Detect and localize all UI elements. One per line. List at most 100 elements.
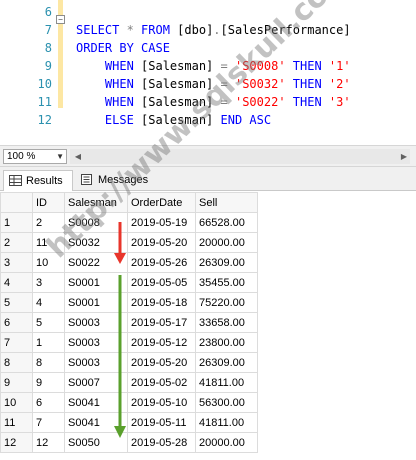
cell-orderdate[interactable]: 2019-05-26	[127, 252, 196, 273]
cell-id[interactable]: 4	[32, 292, 65, 313]
tab-messages[interactable]: Messages	[76, 170, 156, 191]
table-row[interactable]: 5 4 S0001 2019-05-18 75220.00	[0, 292, 258, 313]
code-token: THEN	[285, 59, 329, 73]
cell-id[interactable]: 7	[32, 412, 65, 433]
cell-id[interactable]: 5	[32, 312, 65, 333]
zoom-value: 100 %	[7, 151, 36, 162]
code-token: FROM	[133, 23, 178, 37]
cell-sell[interactable]: 33658.00	[195, 312, 258, 333]
cell-id[interactable]: 10	[32, 252, 65, 273]
cell-salesman[interactable]: S0003	[64, 352, 128, 373]
row-number[interactable]: 8	[0, 352, 33, 373]
cell-orderdate[interactable]: 2019-05-18	[127, 292, 196, 313]
grid-corner[interactable]	[0, 192, 33, 213]
cell-orderdate[interactable]: 2019-05-12	[127, 332, 196, 353]
cell-salesman[interactable]: S0003	[64, 332, 128, 353]
row-number[interactable]: 6	[0, 312, 33, 333]
cell-sell[interactable]: 26309.00	[195, 352, 258, 373]
tab-messages-label: Messages	[98, 174, 149, 186]
cell-orderdate[interactable]: 2019-05-20	[127, 232, 196, 253]
line-number: 9	[44, 59, 52, 73]
scroll-right-icon[interactable]: ▶	[398, 149, 410, 164]
cell-orderdate[interactable]: 2019-05-17	[127, 312, 196, 333]
code-token: '1'	[328, 59, 351, 73]
code-text: WHEN [Salesman] = 'S0008' THEN '1'	[76, 57, 351, 75]
table-row[interactable]: 7 1 S0003 2019-05-12 23800.00	[0, 332, 258, 353]
row-number[interactable]: 12	[0, 432, 33, 453]
code-editor[interactable]: − 6 7 SELECT * FROM [dbo].[SalesPerformanc…	[0, 0, 416, 145]
cell-orderdate[interactable]: 2019-05-05	[127, 272, 196, 293]
cell-salesman[interactable]: S0041	[64, 412, 128, 433]
code-token: 'S0022'	[227, 95, 286, 109]
row-number[interactable]: 10	[0, 392, 33, 413]
cell-salesman[interactable]: S0003	[64, 312, 128, 333]
table-row[interactable]: 3 10 S0022 2019-05-26 26309.00	[0, 252, 258, 273]
cell-salesman[interactable]: S0032	[64, 232, 128, 253]
column-header-salesman[interactable]: Salesman	[64, 192, 128, 213]
cell-salesman[interactable]: S0001	[64, 292, 128, 313]
table-row[interactable]: 4 3 S0001 2019-05-05 35455.00	[0, 272, 258, 293]
row-number[interactable]: 7	[0, 332, 33, 353]
cell-salesman[interactable]: S0022	[64, 252, 128, 273]
table-row[interactable]: 10 6 S0041 2019-05-10 56300.00	[0, 392, 258, 413]
cell-id[interactable]: 11	[32, 232, 65, 253]
code-token: =	[220, 77, 228, 91]
table-row[interactable]: 6 5 S0003 2019-05-17 33658.00	[0, 312, 258, 333]
cell-sell[interactable]: 41811.00	[195, 372, 258, 393]
cell-salesman[interactable]: S0041	[64, 392, 128, 413]
cell-id[interactable]: 9	[32, 372, 65, 393]
cell-id[interactable]: 1	[32, 332, 65, 353]
cell-salesman[interactable]: S0007	[64, 372, 128, 393]
cell-orderdate[interactable]: 2019-05-20	[127, 352, 196, 373]
cell-id[interactable]: 3	[32, 272, 65, 293]
cell-sell[interactable]: 26309.00	[195, 252, 258, 273]
cell-sell[interactable]: 56300.00	[195, 392, 258, 413]
column-header-orderdate[interactable]: OrderDate	[127, 192, 196, 213]
column-header-id[interactable]: ID	[32, 192, 65, 213]
table-row[interactable]: 12 12 S0050 2019-05-28 20000.00	[0, 432, 258, 453]
cell-id[interactable]: 12	[32, 432, 65, 453]
cell-sell[interactable]: 23800.00	[195, 332, 258, 353]
cell-salesman[interactable]: S0001	[64, 272, 128, 293]
code-token: WHEN	[76, 77, 142, 91]
zoom-bar: 100 % ▼ ◀ ▶	[0, 145, 416, 167]
results-grid[interactable]: ID Salesman OrderDate Sell 1 2 S0008 2019-0…	[0, 192, 258, 453]
row-number[interactable]: 9	[0, 372, 33, 393]
table-row[interactable]: 1 2 S0008 2019-05-19 66528.00	[0, 212, 258, 233]
table-row[interactable]: 2 11 S0032 2019-05-20 20000.00	[0, 232, 258, 253]
row-number[interactable]: 11	[0, 412, 33, 433]
row-number[interactable]: 5	[0, 292, 33, 313]
cell-sell[interactable]: 20000.00	[195, 432, 258, 453]
line-number: 8	[44, 41, 52, 55]
grid-icon	[9, 175, 22, 186]
chevron-down-icon[interactable]: ▼	[56, 150, 64, 163]
table-row[interactable]: 11 7 S0041 2019-05-11 41811.00	[0, 412, 258, 433]
cell-salesman[interactable]: S0008	[64, 212, 128, 233]
cell-sell[interactable]: 66528.00	[195, 212, 258, 233]
cell-orderdate[interactable]: 2019-05-28	[127, 432, 196, 453]
table-row[interactable]: 8 8 S0003 2019-05-20 26309.00	[0, 352, 258, 373]
cell-orderdate[interactable]: 2019-05-19	[127, 212, 196, 233]
row-number[interactable]: 2	[0, 232, 33, 253]
row-number[interactable]: 4	[0, 272, 33, 293]
cell-sell[interactable]: 41811.00	[195, 412, 258, 433]
table-row[interactable]: 9 9 S0007 2019-05-02 41811.00	[0, 372, 258, 393]
row-number[interactable]: 1	[0, 212, 33, 233]
cell-salesman[interactable]: S0050	[64, 432, 128, 453]
column-header-sell[interactable]: Sell	[195, 192, 258, 213]
cell-orderdate[interactable]: 2019-05-10	[127, 392, 196, 413]
scroll-left-icon[interactable]: ◀	[72, 149, 84, 164]
cell-sell[interactable]: 35455.00	[195, 272, 258, 293]
cell-sell[interactable]: 75220.00	[195, 292, 258, 313]
horizontal-scrollbar[interactable]	[70, 149, 410, 164]
zoom-dropdown[interactable]: 100 % ▼	[3, 149, 67, 164]
cell-id[interactable]: 6	[32, 392, 65, 413]
cell-id[interactable]: 8	[32, 352, 65, 373]
cell-id[interactable]: 2	[32, 212, 65, 233]
row-number[interactable]: 3	[0, 252, 33, 273]
cell-orderdate[interactable]: 2019-05-11	[127, 412, 196, 433]
tab-results[interactable]: Results	[3, 170, 73, 191]
code-token: [Salesman]	[141, 59, 221, 73]
cell-sell[interactable]: 20000.00	[195, 232, 258, 253]
cell-orderdate[interactable]: 2019-05-02	[127, 372, 196, 393]
